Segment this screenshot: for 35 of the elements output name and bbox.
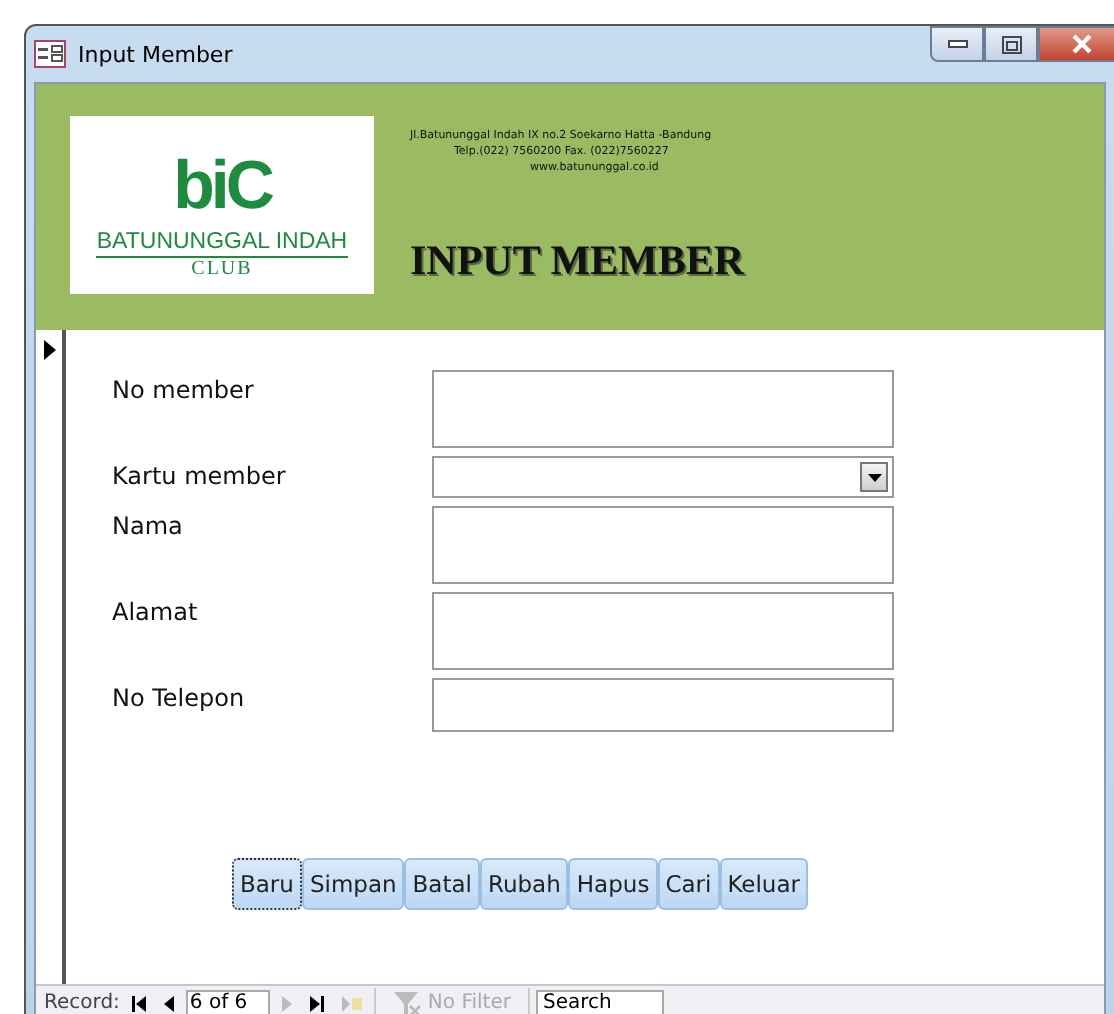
minimize-button[interactable] xyxy=(930,26,984,62)
text-field[interactable] xyxy=(432,370,894,448)
window-title: Input Member xyxy=(78,41,233,67)
close-button[interactable] xyxy=(1038,26,1114,62)
form-icon xyxy=(34,40,66,68)
dropdown-button[interactable] xyxy=(860,462,888,492)
command-button[interactable]: Cari xyxy=(657,858,720,910)
logo-subtitle: CLUB xyxy=(191,258,253,282)
command-button[interactable]: Baru xyxy=(232,858,302,910)
logo-mark: biC xyxy=(173,152,271,220)
logo-name: BATUNUNGGAL INDAH xyxy=(96,228,348,258)
command-button[interactable]: Hapus xyxy=(568,858,658,910)
close-icon xyxy=(1070,34,1094,54)
current-record-icon xyxy=(44,340,56,360)
form-title: INPUT MEMBER xyxy=(410,236,745,286)
command-button[interactable]: Simpan xyxy=(301,858,405,910)
minimize-icon xyxy=(947,40,967,48)
field-label: Alamat xyxy=(112,596,200,630)
record-label: Record: xyxy=(44,992,120,1014)
maximize-icon xyxy=(1001,35,1021,53)
field-label: No Telepon xyxy=(112,682,247,716)
command-button[interactable]: Batal xyxy=(404,858,480,910)
text-field[interactable] xyxy=(432,592,894,670)
command-button[interactable]: Rubah xyxy=(480,858,569,910)
field-label: Nama xyxy=(112,510,185,544)
command-button[interactable]: Keluar xyxy=(719,858,808,910)
text-field[interactable] xyxy=(432,506,894,584)
field-label: Kartu member xyxy=(112,460,288,494)
field-label: No member xyxy=(112,374,256,408)
record-number-field[interactable]: 6 of 6 xyxy=(185,989,270,1014)
caret-icon xyxy=(867,473,881,481)
filter-icon xyxy=(393,991,422,1014)
maximize-button[interactable] xyxy=(984,26,1038,62)
search-field[interactable]: Search xyxy=(536,989,665,1014)
text-field[interactable] xyxy=(432,678,894,732)
